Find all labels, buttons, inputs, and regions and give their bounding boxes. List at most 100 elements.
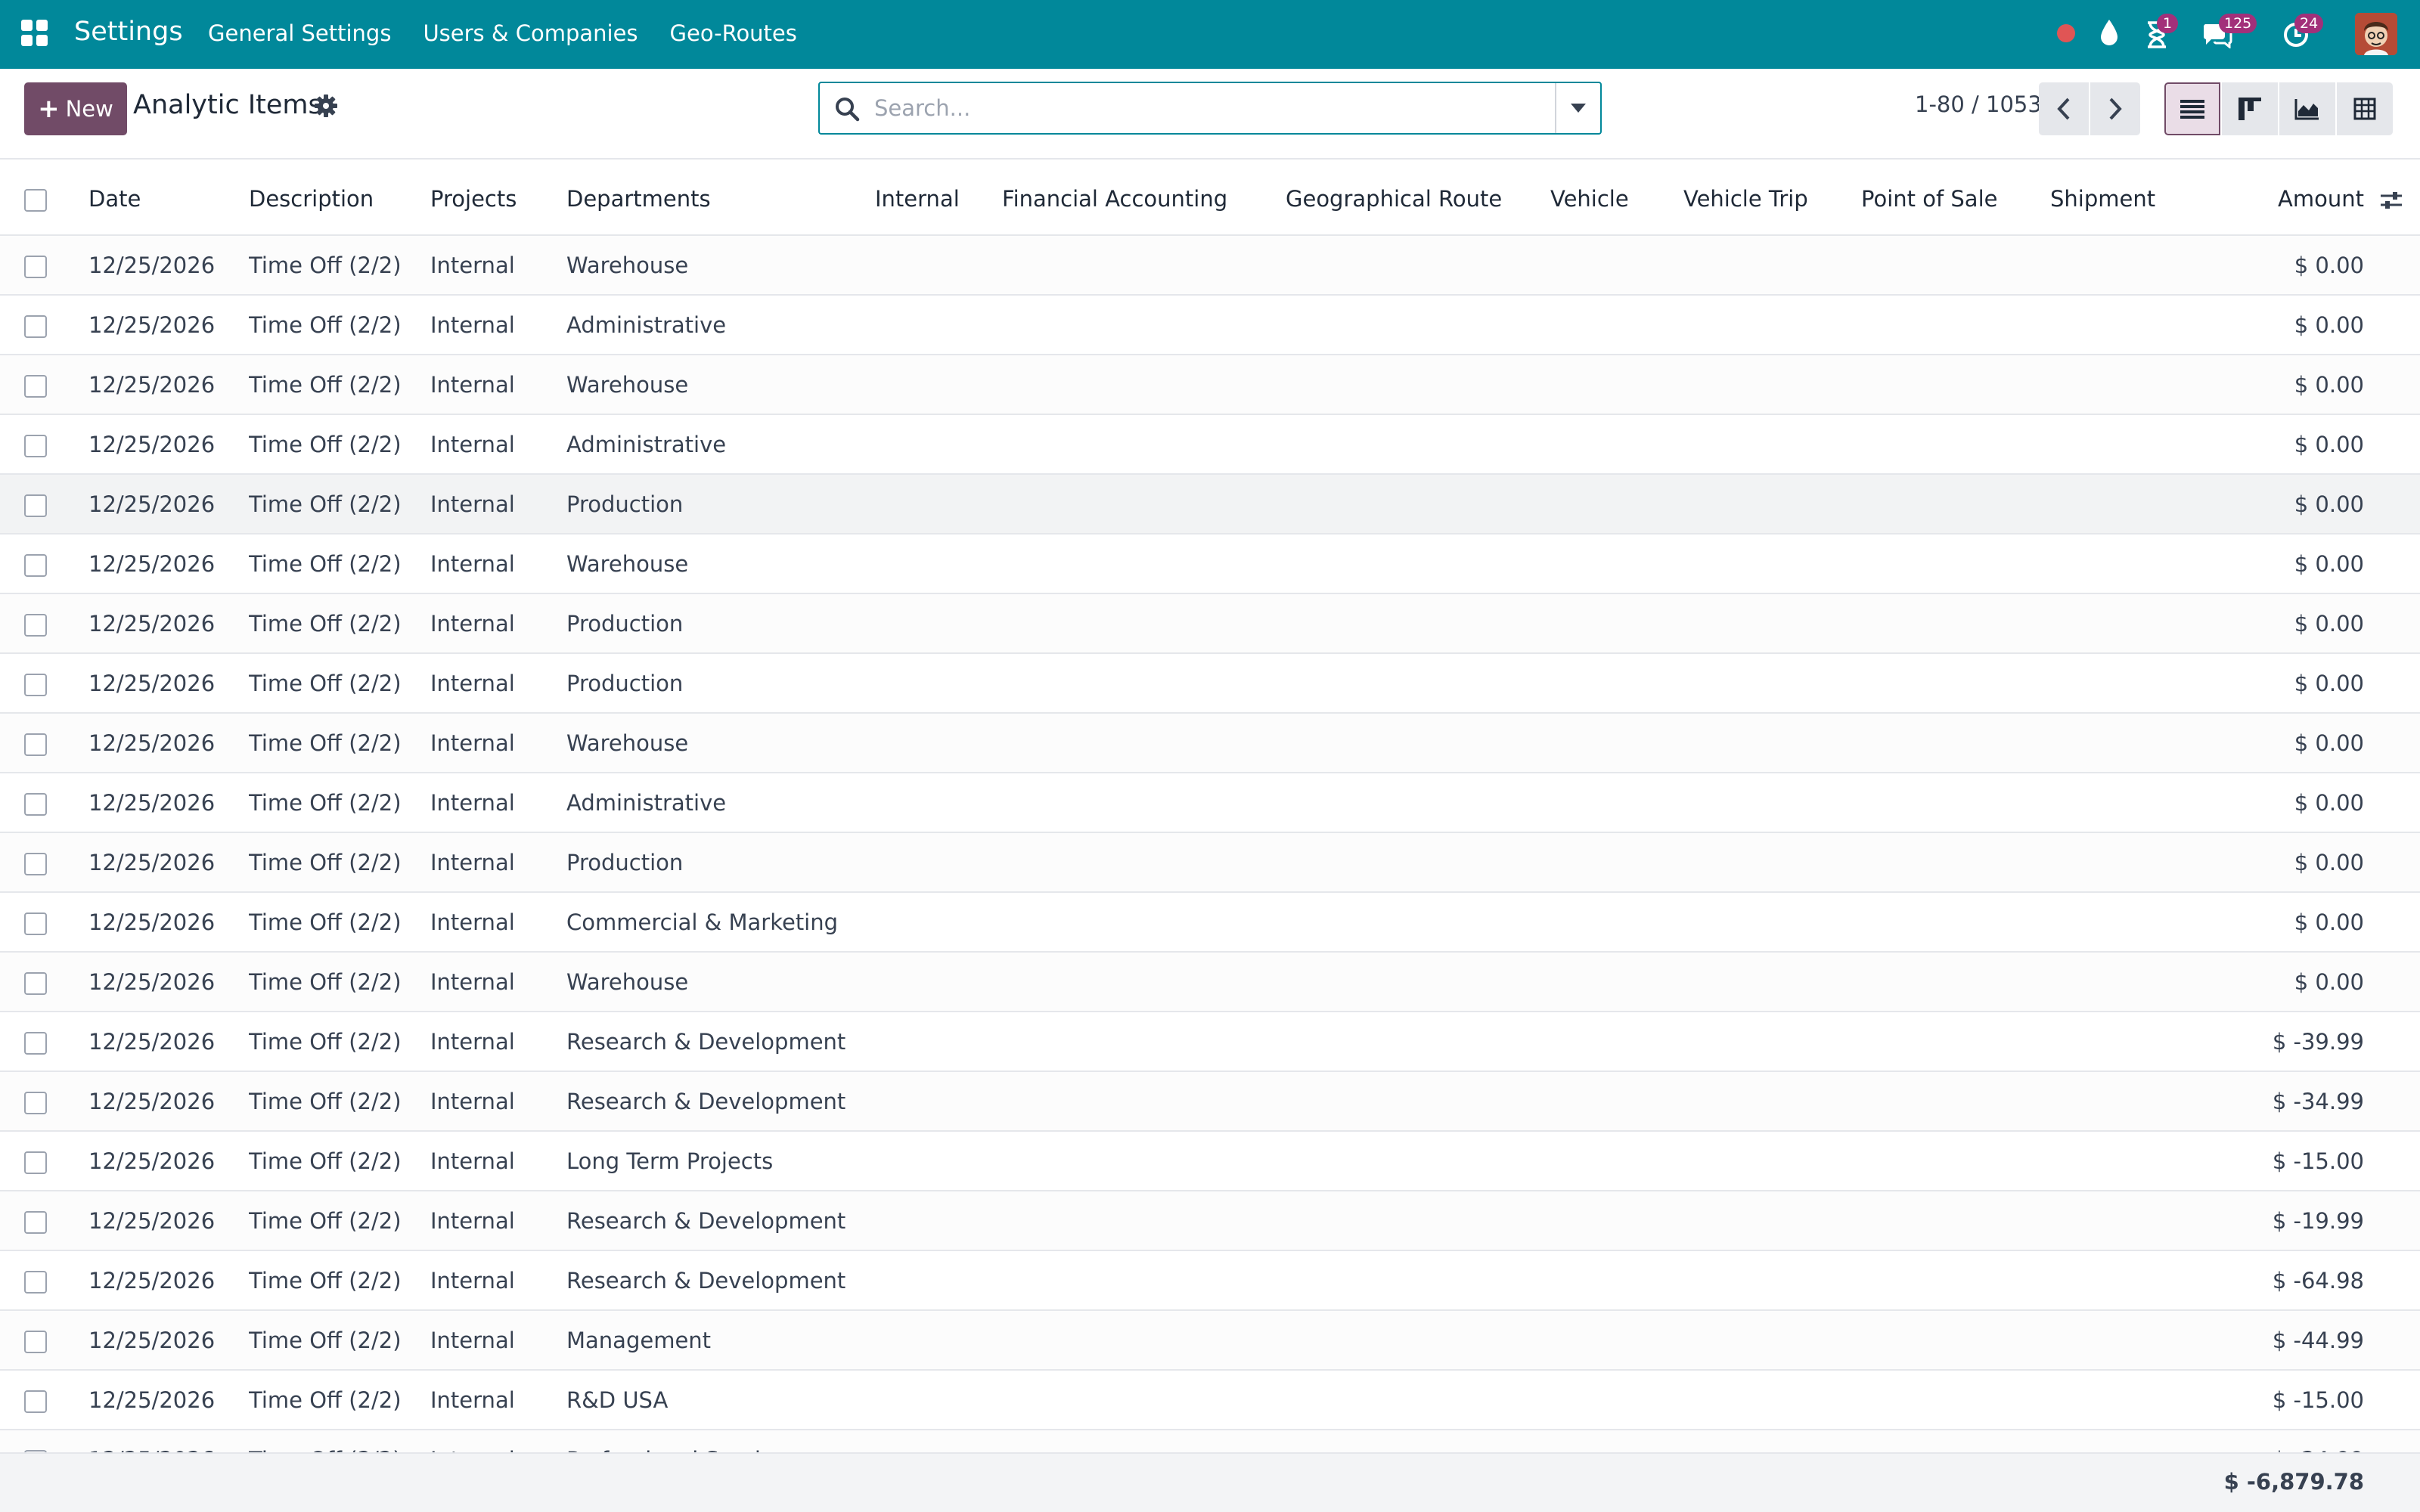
table-row[interactable]: 12/25/2026 Time Off (2/2) Internal R&D USA $… <box>0 1370 2420 1430</box>
table-row[interactable]: 12/25/2026 Time Off (2/2) Internal Producti… <box>0 474 2420 534</box>
pager-previous-button[interactable] <box>2039 82 2089 135</box>
column-header-point-of-sale[interactable]: Point of Sale <box>1861 160 2050 236</box>
table-row[interactable]: 12/25/2026Time Off (2/2)InternalProfessi… <box>0 1430 2420 1452</box>
table-row[interactable]: 12/25/2026 Time Off (2/2) Internal Manageme… <box>0 1310 2420 1370</box>
row-checkbox[interactable] <box>24 315 47 338</box>
column-header-departments[interactable]: Departments <box>566 160 875 236</box>
geographical-route-cell <box>1286 1131 1550 1191</box>
app-name[interactable]: Settings <box>74 17 183 47</box>
table-row[interactable]: 12/25/2026 Time Off (2/2) Internal Warehous… <box>0 952 2420 1012</box>
user-avatar[interactable] <box>2355 13 2397 55</box>
department-cell: Production <box>566 849 684 875</box>
column-header-projects[interactable]: Projects <box>430 160 566 236</box>
internal-cell <box>875 952 1002 1012</box>
column-header-geographical-route[interactable]: Geographical Route <box>1286 160 1550 236</box>
point-of-sale-cell <box>1861 892 2050 952</box>
row-checkbox[interactable] <box>24 1211 47 1234</box>
column-header-vehicle[interactable]: Vehicle <box>1550 160 1683 236</box>
pager-next-button[interactable] <box>2090 82 2140 135</box>
menu-general-settings[interactable]: General Settings <box>208 20 391 46</box>
row-checkbox[interactable] <box>24 1271 47 1294</box>
table-row[interactable]: 12/25/2026 Time Off (2/2) Internal Warehous… <box>0 713 2420 773</box>
table-row[interactable]: 12/25/2026 Time Off (2/2) Internal Administ… <box>0 414 2420 474</box>
new-button[interactable]: + New <box>24 82 127 135</box>
row-checkbox[interactable] <box>24 375 47 398</box>
row-checkbox[interactable] <box>24 1032 47 1055</box>
row-checkbox[interactable] <box>24 853 47 875</box>
gear-icon[interactable] <box>313 93 339 119</box>
point-of-sale-cell <box>1861 235 2050 295</box>
shipment-cell <box>2050 653 2201 713</box>
project-cell: Internal <box>430 491 515 517</box>
table-row[interactable]: 12/25/2026 Time Off (2/2) Internal Long Ter… <box>0 1131 2420 1191</box>
column-header-shipment[interactable]: Shipment <box>2050 160 2201 236</box>
search-options-toggle[interactable] <box>1555 83 1600 133</box>
table-row[interactable]: 12/25/2026 Time Off (2/2) Internal Warehous… <box>0 355 2420 414</box>
pivot-view-button[interactable] <box>2337 82 2393 135</box>
row-checkbox[interactable] <box>24 793 47 816</box>
department-cell: Research & Development <box>566 1267 846 1294</box>
menu-geo-routes[interactable]: Geo-Routes <box>670 20 797 46</box>
department-cell: Commercial & Marketing <box>566 909 839 935</box>
row-checkbox[interactable] <box>24 1331 47 1353</box>
column-header-internal[interactable]: Internal <box>875 160 1002 236</box>
select-all-checkbox[interactable] <box>24 189 47 212</box>
table-row[interactable]: 12/25/2026 Time Off (2/2) Internal Research… <box>0 1191 2420 1250</box>
table-row[interactable]: 12/25/2026 Time Off (2/2) Internal Producti… <box>0 832 2420 892</box>
column-header-vehicle-trip[interactable]: Vehicle Trip <box>1683 160 1861 236</box>
table-row[interactable]: 12/25/2026 Time Off (2/2) Internal Producti… <box>0 593 2420 653</box>
amount-cell: $ 0.00 <box>2294 371 2364 398</box>
table-row[interactable]: 12/25/2026 Time Off (2/2) Internal Administ… <box>0 295 2420 355</box>
table-row[interactable]: 12/25/2026 Time Off (2/2) Internal Producti… <box>0 653 2420 713</box>
table-row[interactable]: 12/25/2026 Time Off (2/2) Internal Administ… <box>0 773 2420 832</box>
department-cell: Warehouse <box>566 550 689 577</box>
amount-cell: $ -24.99 <box>2201 1430 2420 1453</box>
row-checkbox[interactable] <box>24 1151 47 1174</box>
optional-columns-icon[interactable] <box>2379 188 2403 212</box>
row-checkbox[interactable] <box>24 554 47 577</box>
vehicle-cell <box>1550 892 1683 952</box>
column-header-description[interactable]: Description <box>249 160 430 236</box>
table-row[interactable]: 12/25/2026 Time Off (2/2) Internal Warehous… <box>0 235 2420 295</box>
amount-cell: $ -15.00 <box>2272 1387 2364 1413</box>
vehicle-trip-cell <box>1683 1012 1861 1071</box>
graph-view-button[interactable] <box>2279 82 2335 135</box>
point-of-sale-cell <box>1861 1191 2050 1250</box>
row-checkbox[interactable] <box>24 435 47 457</box>
table-row[interactable]: 12/25/2026 Time Off (2/2) Internal Research… <box>0 1250 2420 1310</box>
financial-accounting-cell <box>1002 355 1286 414</box>
row-checkbox[interactable] <box>24 1390 47 1413</box>
row-checkbox[interactable] <box>24 256 47 278</box>
row-checkbox[interactable] <box>24 494 47 517</box>
internal-cell <box>875 1430 1002 1452</box>
shipment-cell <box>2050 1191 2201 1250</box>
description-cell: Time Off (2/2) <box>249 431 402 457</box>
search-input[interactable] <box>874 89 1525 127</box>
amount-cell: $ 0.00 <box>2294 252 2364 278</box>
description-cell: Time Off (2/2) <box>249 1148 402 1174</box>
recording-indicator-icon[interactable] <box>2057 24 2075 42</box>
row-checkbox[interactable] <box>24 733 47 756</box>
row-checkbox[interactable] <box>24 912 47 935</box>
kanban-view-button[interactable] <box>2222 82 2278 135</box>
financial-accounting-cell <box>1002 1430 1286 1452</box>
table-row[interactable]: 12/25/2026 Time Off (2/2) Internal Commerci… <box>0 892 2420 952</box>
table-row[interactable]: 12/25/2026 Time Off (2/2) Internal Warehous… <box>0 534 2420 593</box>
column-header-financial-accounting[interactable]: Financial Accounting <box>1002 160 1286 236</box>
table-row[interactable]: 12/25/2026 Time Off (2/2) Internal Research… <box>0 1071 2420 1131</box>
vehicle-trip-cell <box>1683 1131 1861 1191</box>
pager-value[interactable]: 1-80 / 1053 <box>1915 91 2042 117</box>
row-checkbox[interactable] <box>24 674 47 696</box>
droplet-icon[interactable] <box>2099 18 2120 48</box>
vehicle-cell <box>1550 1191 1683 1250</box>
menu-users-companies[interactable]: Users & Companies <box>423 20 638 46</box>
financial-accounting-cell <box>1002 1310 1286 1370</box>
apps-menu-icon[interactable] <box>21 20 48 47</box>
table-row[interactable]: 12/25/2026 Time Off (2/2) Internal Research… <box>0 1012 2420 1071</box>
internal-cell <box>875 235 1002 295</box>
row-checkbox[interactable] <box>24 1092 47 1114</box>
column-header-date[interactable]: Date <box>88 160 249 236</box>
list-view-button[interactable] <box>2164 82 2220 135</box>
row-checkbox[interactable] <box>24 972 47 995</box>
row-checkbox[interactable] <box>24 614 47 637</box>
